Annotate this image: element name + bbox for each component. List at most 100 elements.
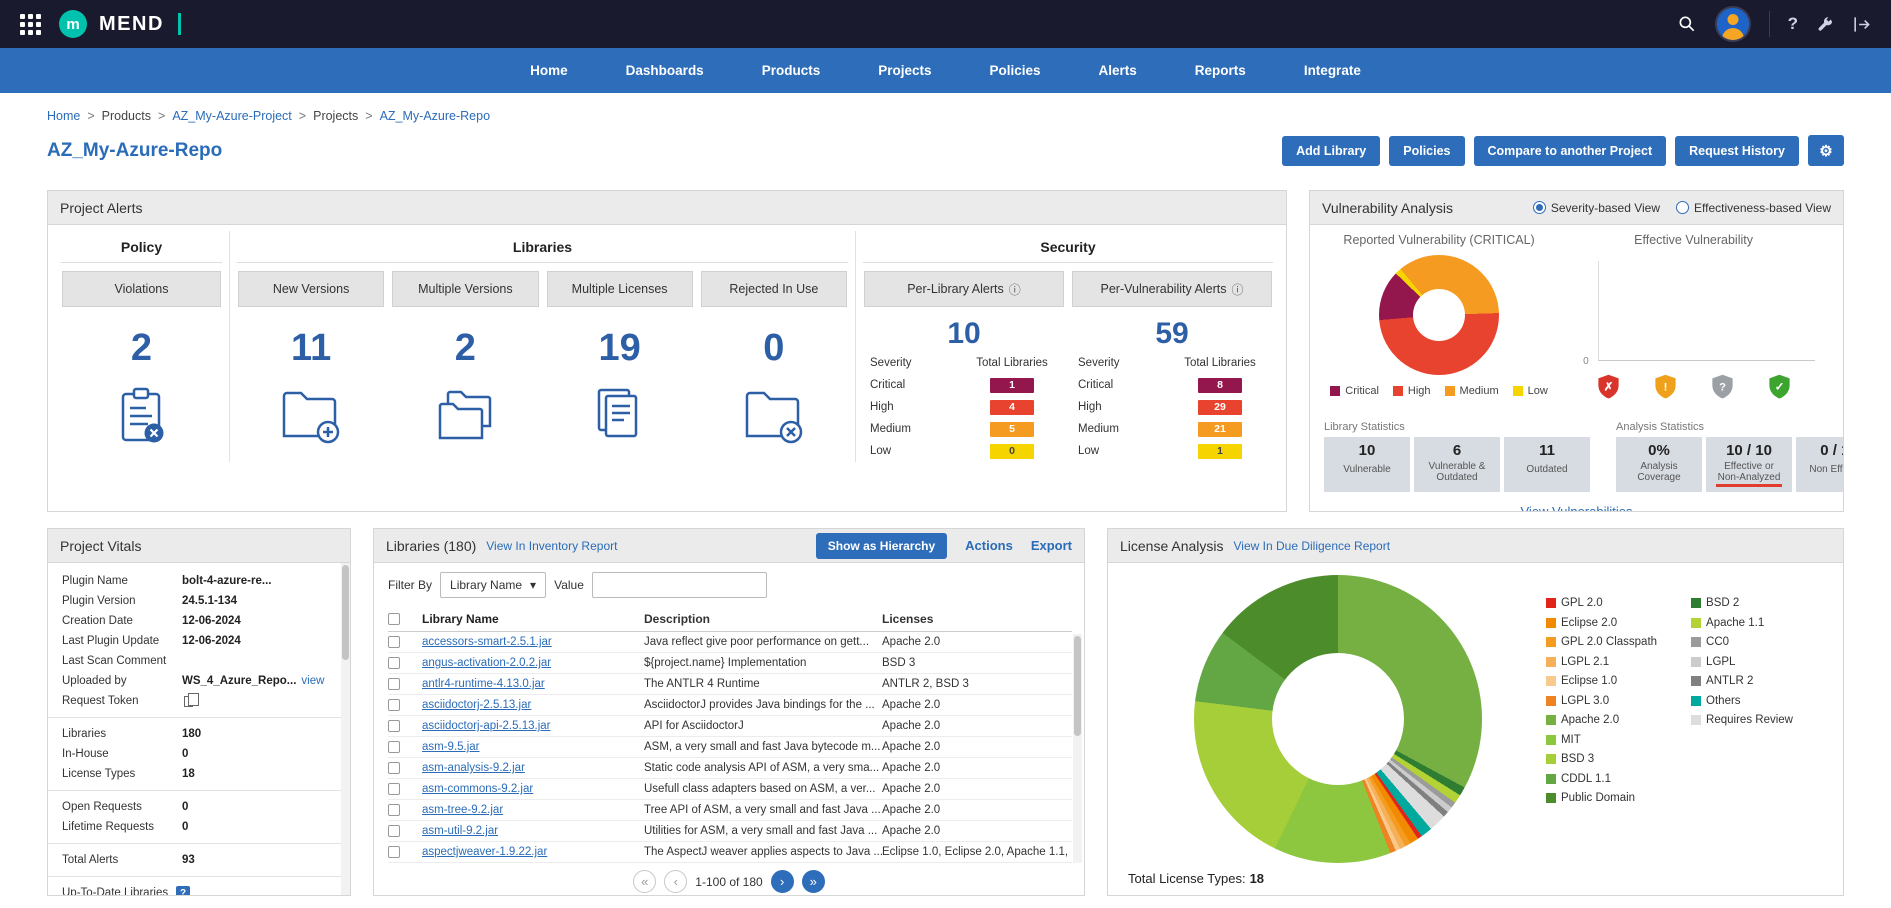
view-inventory-report-link[interactable]: View In Inventory Report — [486, 539, 617, 553]
radio-button[interactable] — [1676, 201, 1689, 214]
breadcrumb-item[interactable]: > — [158, 109, 165, 123]
next-page-button[interactable]: › — [771, 870, 794, 893]
column-header-licenses[interactable]: Licenses — [882, 612, 1072, 626]
filter-value-input[interactable] — [592, 572, 767, 598]
table-row[interactable]: asm-analysis-9.2.jar Static code analysi… — [388, 758, 1072, 779]
tab-new-versions[interactable]: New Versions — [238, 271, 384, 307]
legend-item[interactable]: GPL 2.0 Classpath — [1546, 636, 1657, 648]
column-header-description[interactable]: Description — [644, 612, 882, 626]
vitals-view-link[interactable]: view — [301, 675, 324, 687]
nav-item[interactable]: Alerts — [1070, 48, 1166, 93]
header-action-button[interactable]: Policies — [1389, 136, 1464, 166]
table-scrollbar[interactable] — [1073, 634, 1082, 863]
severity-count-badge[interactable]: 0 — [990, 444, 1034, 459]
export-button[interactable]: Export — [1031, 538, 1072, 553]
severity-count-badge[interactable]: 4 — [990, 400, 1034, 415]
tab-per-library-alerts[interactable]: Per-Library Alerts ⓘ — [864, 271, 1064, 307]
actions-button[interactable]: Actions — [965, 538, 1013, 553]
table-row[interactable]: accessors-smart-2.5.1.jar Java reflect g… — [388, 632, 1072, 653]
search-icon[interactable] — [1677, 14, 1697, 34]
nav-item[interactable]: Policies — [961, 48, 1070, 93]
header-action-button[interactable]: Add Library — [1282, 136, 1380, 166]
stat-box[interactable]: 0 / 10 Non Effective — [1796, 437, 1844, 492]
legend-item[interactable]: Apache 2.0 — [1546, 714, 1657, 726]
row-checkbox[interactable] — [388, 720, 400, 732]
severity-count-badge[interactable]: 1 — [1198, 444, 1242, 459]
app-grid-icon[interactable] — [20, 14, 41, 35]
header-action-button[interactable]: Compare to another Project — [1474, 136, 1667, 166]
legend-item[interactable]: LGPL 3.0 — [1546, 695, 1657, 707]
table-row[interactable]: asm-tree-9.2.jar Tree API of ASM, a very… — [388, 800, 1072, 821]
library-name-link[interactable]: antlr4-runtime-4.13.0.jar — [422, 678, 644, 690]
legend-item[interactable]: Apache 1.1 — [1691, 617, 1793, 629]
effective-shield-icon[interactable]: ! — [1652, 373, 1679, 405]
library-name-link[interactable]: asm-commons-9.2.jar — [422, 783, 644, 795]
stat-box[interactable]: 6 Vulnerable & Outdated — [1414, 437, 1500, 492]
breadcrumb-item[interactable]: > — [299, 109, 306, 123]
select-all-checkbox[interactable] — [388, 613, 400, 625]
row-checkbox[interactable] — [388, 762, 400, 774]
legend-item[interactable]: CDDL 1.1 — [1546, 773, 1657, 785]
legend-item[interactable]: Eclipse 1.0 — [1546, 675, 1657, 687]
stat-box[interactable]: 10 / 10 Effective or Non-Analyzed — [1706, 437, 1792, 492]
tab-violations[interactable]: Violations — [62, 271, 221, 307]
row-checkbox[interactable] — [388, 825, 400, 837]
last-page-button[interactable]: » — [802, 870, 825, 893]
breadcrumb-item[interactable]: > — [365, 109, 372, 123]
breadcrumb-item[interactable]: AZ_My-Azure-Repo — [380, 109, 490, 123]
row-checkbox[interactable] — [388, 657, 400, 669]
severity-count-badge[interactable]: 8 — [1198, 378, 1242, 393]
tab-multiple-licenses[interactable]: Multiple Licenses — [547, 271, 693, 307]
library-name-link[interactable]: angus-activation-2.0.2.jar — [422, 657, 644, 669]
legend-item[interactable]: Public Domain — [1546, 792, 1657, 804]
row-checkbox[interactable] — [388, 741, 400, 753]
severity-count-badge[interactable]: 21 — [1198, 422, 1242, 437]
table-row[interactable]: angus-activation-2.0.2.jar ${project.nam… — [388, 653, 1072, 674]
breadcrumb-item[interactable]: Home — [47, 109, 80, 123]
table-row[interactable]: asm-util-9.2.jar Utilities for ASM, a ve… — [388, 821, 1072, 842]
legend-item[interactable]: BSD 3 — [1546, 753, 1657, 765]
legend-item[interactable]: GPL 2.0 — [1546, 597, 1657, 609]
nav-item[interactable]: Reports — [1166, 48, 1275, 93]
view-vulnerabilities-link[interactable]: View Vulnerabilities — [1310, 504, 1843, 512]
nav-item[interactable]: Home — [501, 48, 597, 93]
library-name-link[interactable]: asm-9.5.jar — [422, 741, 644, 753]
user-avatar[interactable] — [1715, 6, 1751, 42]
row-checkbox[interactable] — [388, 699, 400, 711]
legend-item[interactable]: BSD 2 — [1691, 597, 1793, 609]
legend-item[interactable]: MIT — [1546, 734, 1657, 746]
legend-item[interactable]: Eclipse 2.0 — [1546, 617, 1657, 629]
breadcrumb-item[interactable]: AZ_My-Azure-Project — [172, 109, 291, 123]
breadcrumb-item[interactable]: Projects — [313, 109, 358, 123]
view-due-diligence-report-link[interactable]: View In Due Diligence Report — [1234, 539, 1391, 553]
breadcrumb-item[interactable]: > — [87, 109, 94, 123]
logout-icon[interactable] — [1852, 15, 1871, 34]
unknown-shield-icon[interactable]: ? — [1709, 373, 1736, 405]
library-name-link[interactable]: asm-tree-9.2.jar — [422, 804, 644, 816]
filter-field-select[interactable]: Library Name ▾ — [440, 572, 546, 598]
header-action-button[interactable]: Request History — [1675, 136, 1799, 166]
info-icon[interactable]: ⓘ — [1009, 281, 1021, 298]
table-row[interactable]: aspectjweaver-1.9.22.jar The AspectJ wea… — [388, 842, 1072, 863]
row-checkbox[interactable] — [388, 678, 400, 690]
tab-per-vulnerability-alerts[interactable]: Per-Vulnerability Alerts ⓘ — [1072, 271, 1272, 307]
info-icon[interactable]: ⓘ — [1231, 281, 1243, 298]
row-checkbox[interactable] — [388, 636, 400, 648]
nav-item[interactable]: Projects — [849, 48, 960, 93]
nav-item[interactable]: Products — [733, 48, 850, 93]
scrollbar-thumb[interactable] — [342, 565, 349, 660]
table-row[interactable]: asm-commons-9.2.jar Usefull class adapte… — [388, 779, 1072, 800]
help-badge-icon[interactable]: ? — [176, 886, 190, 896]
radio-severity-view[interactable]: Severity-based View — [1533, 201, 1660, 215]
breadcrumb-item[interactable]: Products — [102, 109, 151, 123]
previous-page-button[interactable]: ‹ — [664, 870, 687, 893]
severity-count-badge[interactable]: 5 — [990, 422, 1034, 437]
reported-vulnerability-donut-chart[interactable] — [1379, 255, 1499, 375]
row-checkbox[interactable] — [388, 804, 400, 816]
settings-gear-button[interactable]: ⚙ — [1808, 135, 1844, 166]
stat-box[interactable]: 11 Outdated — [1504, 437, 1590, 492]
library-name-link[interactable]: accessors-smart-2.5.1.jar — [422, 636, 644, 648]
legend-item[interactable]: CC0 — [1691, 636, 1793, 648]
legend-item[interactable]: Requires Review — [1691, 714, 1793, 726]
table-row[interactable]: antlr4-runtime-4.13.0.jar The ANTLR 4 Ru… — [388, 674, 1072, 695]
